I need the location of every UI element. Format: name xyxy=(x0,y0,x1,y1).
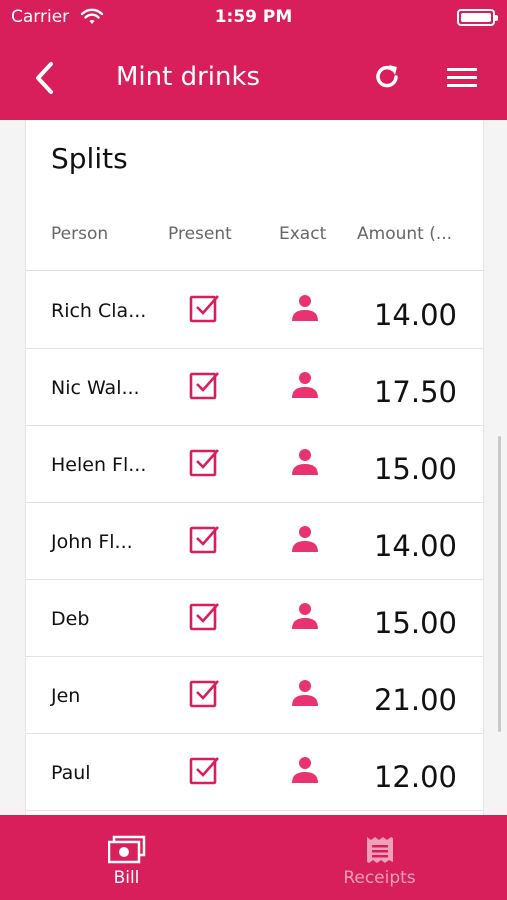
tab-receipts-label: Receipts xyxy=(343,868,416,888)
amount-value[interactable]: 14.00 xyxy=(374,529,457,563)
app-header: Carrier 1:59 PM Mint drinks xyxy=(0,0,507,120)
exact-person-icon[interactable] xyxy=(291,755,319,785)
table-row: Nic Wal... 17.50 xyxy=(26,349,483,426)
present-checkbox-icon[interactable] xyxy=(188,446,220,478)
table-row: Jen 21.00 xyxy=(26,657,483,734)
status-time: 1:59 PM xyxy=(214,7,293,27)
exact-person-icon[interactable] xyxy=(291,447,319,477)
present-checkbox-icon[interactable] xyxy=(188,369,220,401)
person-name: Paul xyxy=(51,762,91,784)
tab-receipts[interactable]: Receipts xyxy=(253,815,506,900)
person-name: Jen xyxy=(51,685,81,707)
splits-card: Splits Person Present Exact Amount (... … xyxy=(25,120,484,815)
person-name: John Fl... xyxy=(51,531,133,553)
column-header-person: Person xyxy=(51,224,109,244)
present-checkbox-icon[interactable] xyxy=(188,523,220,555)
amount-value[interactable]: 17.50 xyxy=(374,375,457,409)
present-checkbox-icon[interactable] xyxy=(188,292,220,324)
exact-person-icon[interactable] xyxy=(291,678,319,708)
person-name: Helen Fl... xyxy=(51,454,147,476)
table-row: Rich Cla... 14.00 xyxy=(26,272,483,349)
menu-icon[interactable] xyxy=(444,62,480,94)
table-row: John Fl... 14.00 xyxy=(26,503,483,580)
column-header-present: Present xyxy=(168,224,232,244)
receipt-icon xyxy=(367,837,393,863)
tab-bill[interactable]: Bill xyxy=(0,815,253,900)
exact-person-icon[interactable] xyxy=(291,601,319,631)
column-header-amount: Amount (... xyxy=(357,224,453,244)
scrollbar[interactable] xyxy=(498,436,501,732)
column-header-exact: Exact xyxy=(279,224,327,244)
header-divider xyxy=(26,270,483,271)
tab-bill-label: Bill xyxy=(113,868,140,888)
exact-person-icon[interactable] xyxy=(291,293,319,323)
present-checkbox-icon[interactable] xyxy=(188,677,220,709)
amount-value[interactable]: 15.00 xyxy=(374,452,457,486)
amount-value[interactable]: 21.00 xyxy=(374,683,457,717)
amount-value[interactable]: 15.00 xyxy=(374,606,457,640)
tab-bar: Bill Receipts xyxy=(0,815,507,900)
money-icon xyxy=(108,835,146,864)
present-checkbox-icon[interactable] xyxy=(188,754,220,786)
splits-title: Splits xyxy=(51,142,128,175)
person-name: Rich Cla... xyxy=(51,300,147,322)
page-title: Mint drinks xyxy=(116,62,261,92)
back-arrow-icon[interactable] xyxy=(30,58,60,98)
person-name: Nic Wal... xyxy=(51,377,140,399)
battery-icon xyxy=(457,9,498,26)
exact-person-icon[interactable] xyxy=(291,370,319,400)
present-checkbox-icon[interactable] xyxy=(188,600,220,632)
exact-person-icon[interactable] xyxy=(291,524,319,554)
amount-value[interactable]: 12.00 xyxy=(374,760,457,794)
table-row: Helen Fl... 15.00 xyxy=(26,426,483,503)
status-bar: Carrier 1:59 PM xyxy=(0,0,507,36)
amount-value[interactable]: 14.00 xyxy=(374,298,457,332)
table-row: Deb 15.00 xyxy=(26,580,483,657)
person-name: Deb xyxy=(51,608,90,630)
refresh-icon[interactable] xyxy=(370,60,404,94)
table-row: Paul 12.00 xyxy=(26,734,483,811)
